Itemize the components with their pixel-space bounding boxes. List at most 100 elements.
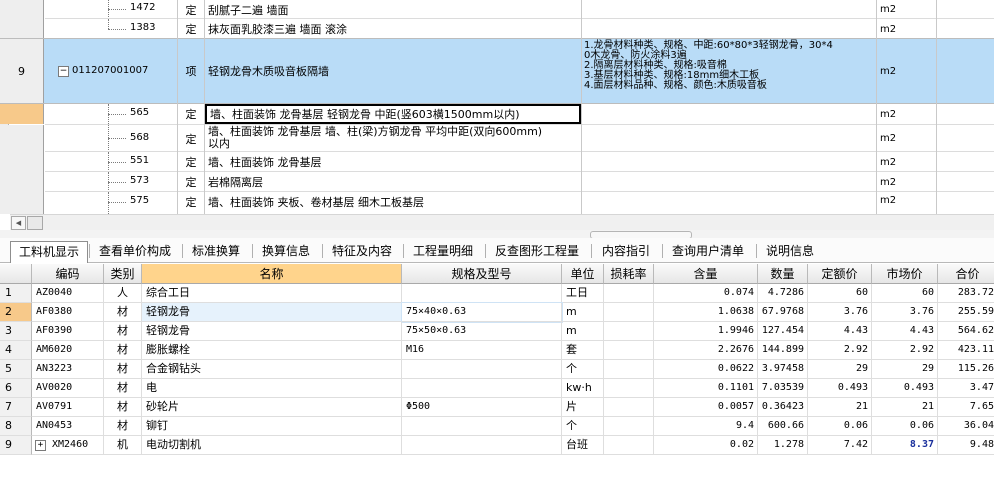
unit-cell[interactable]: 个 <box>562 417 604 436</box>
name-cell[interactable]: 电 <box>142 379 402 398</box>
table-row[interactable]: 4 AM6020 材膨胀螺栓 M16 套 2.2676 144.899 2.92 2.92 423… <box>0 341 994 360</box>
type-cell[interactable]: 定 <box>178 192 204 214</box>
unit-cell[interactable]: m <box>562 322 604 341</box>
code-cell[interactable]: 573 <box>45 172 178 192</box>
name-cell[interactable]: 刮腻子二遍 墙面 <box>205 0 581 19</box>
market-price-cell[interactable]: 21 <box>872 398 938 417</box>
unit-cell[interactable]: 工日 <box>562 284 604 303</box>
tab-content-guide[interactable]: 内容指引 <box>597 241 655 261</box>
feature-cell[interactable] <box>582 192 876 214</box>
type-cell[interactable]: 定 <box>178 19 204 39</box>
feature-cell[interactable] <box>582 152 876 172</box>
market-price-cell[interactable]: 0.493 <box>872 379 938 398</box>
table-row[interactable]: 6 AV0020 材电 kw·h 0.1101 7.03539 0.493 0.493 3.47 <box>0 379 994 398</box>
loss-rate-cell[interactable] <box>604 417 654 436</box>
tab-features-content[interactable]: 特征及内容 <box>328 241 396 261</box>
total-cell[interactable]: 255.59 <box>938 303 994 322</box>
total-cell[interactable]: 115.26 <box>938 360 994 379</box>
category-cell[interactable]: 材 <box>104 379 142 398</box>
total-cell[interactable]: 36.04 <box>938 417 994 436</box>
unit-cell[interactable]: m2 <box>877 39 937 103</box>
tab-quantity-details[interactable]: 工程量明细 <box>409 241 477 261</box>
code-cell[interactable]: 565 <box>45 104 178 124</box>
column-header-category[interactable]: 类别 <box>104 264 142 284</box>
collapse-toggle-icon[interactable]: − <box>58 66 69 77</box>
total-cell[interactable]: 7.65 <box>938 398 994 417</box>
loss-rate-cell[interactable] <box>604 341 654 360</box>
content-cell[interactable]: 2.2676 <box>654 341 758 360</box>
table-row[interactable]: 1383 定 抹灰面乳胶漆三遍 墙面 滚涂 m2 <box>0 19 994 39</box>
tab-standard-conversion[interactable]: 标准换算 <box>188 241 244 261</box>
market-price-cell[interactable]: 8.37 <box>872 436 938 455</box>
quantity-cell[interactable]: 600.66 <box>758 417 808 436</box>
tab-description-info[interactable]: 说明信息 <box>762 241 818 261</box>
spec-cell[interactable] <box>402 417 562 436</box>
category-cell[interactable]: 材 <box>104 322 142 341</box>
quantity-cell[interactable]: 7.03539 <box>758 379 808 398</box>
category-cell[interactable]: 材 <box>104 417 142 436</box>
code-cell[interactable]: + XM2460 <box>32 436 104 455</box>
expand-toggle-icon[interactable]: + <box>35 440 46 451</box>
tab-query-user-list[interactable]: 查询用户清单 <box>668 241 748 261</box>
horizontal-scrollbar[interactable]: ◀ <box>10 214 994 230</box>
feature-cell[interactable] <box>582 172 876 192</box>
quota-price-cell[interactable]: 7.42 <box>808 436 872 455</box>
code-cell[interactable]: 575 <box>45 192 178 214</box>
table-row-selected[interactable]: 9 − 011207001007 项 轻钢龙骨木质吸音板隔墙 1.龙骨材料种类、… <box>0 39 994 103</box>
column-header-total[interactable]: 合价 <box>938 264 994 284</box>
unit-cell[interactable]: 台班 <box>562 436 604 455</box>
quota-price-cell[interactable]: 21 <box>808 398 872 417</box>
table-row[interactable]: 5 AN3223 材合金钢钻头个 0.0622 3.97458 29 29 115.26 <box>0 360 994 379</box>
table-row-focused[interactable]: 565 定 墙、柱面装饰 龙骨基层 轻钢龙骨 中距(竖603横1500mm以内)… <box>0 104 994 124</box>
column-header-loss-rate[interactable]: 损耗率 <box>604 264 654 284</box>
spec-cell[interactable] <box>402 379 562 398</box>
category-cell[interactable]: 材 <box>104 360 142 379</box>
table-row[interactable]: 2 AF0380 材轻钢龙骨 75×40×0.63 m 1.0638 67.9768 3.76… <box>0 302 994 323</box>
name-cell[interactable]: 合金钢钻头 <box>142 360 402 379</box>
content-cell[interactable]: 0.074 <box>654 284 758 303</box>
code-cell[interactable]: AF0380 <box>32 303 104 322</box>
spec-cell[interactable]: 75×50×0.63 <box>402 322 562 341</box>
code-cell[interactable]: AM6020 <box>32 341 104 360</box>
type-cell[interactable]: 定 <box>178 0 204 19</box>
quantity-cell[interactable]: 1.278 <box>758 436 808 455</box>
feature-cell[interactable] <box>582 19 876 39</box>
tab-unit-price-composition[interactable]: 查看单价构成 <box>95 241 175 261</box>
total-cell[interactable]: 423.11 <box>938 341 994 360</box>
table-row[interactable]: 1 AZ0040 人综合工日 工日 0.074 4.7286 60 60 283.72 <box>0 284 994 303</box>
total-cell[interactable]: 9.48 <box>938 436 994 455</box>
code-cell[interactable]: 551 <box>45 152 178 172</box>
name-cell-editing[interactable]: 墙、柱面装饰 龙骨基层 轻钢龙骨 中距(竖603横1500mm以内) <box>205 104 581 124</box>
name-cell[interactable]: 砂轮片 <box>142 398 402 417</box>
spec-cell[interactable] <box>402 360 562 379</box>
market-price-cell[interactable]: 0.06 <box>872 417 938 436</box>
market-price-cell[interactable]: 60 <box>872 284 938 303</box>
name-cell[interactable]: 轻钢龙骨木质吸音板隔墙 <box>205 39 581 103</box>
type-cell[interactable]: 定 <box>178 125 204 152</box>
quantity-cell[interactable]: 4.7286 <box>758 284 808 303</box>
market-price-cell[interactable]: 4.43 <box>872 322 938 341</box>
column-header-spec[interactable]: 规格及型号 <box>402 264 562 284</box>
loss-rate-cell[interactable] <box>604 322 654 341</box>
unit-cell[interactable]: m2 <box>877 152 937 172</box>
table-row[interactable]: 7 AV0791 材砂轮片 Φ500 片 0.0057 0.36423 21 21 7.65 <box>0 398 994 417</box>
table-row[interactable]: 575 定 墙、柱面装饰 夹板、卷材基层 细木工板基层 m2 <box>0 192 994 214</box>
unit-cell[interactable]: 个 <box>562 360 604 379</box>
type-cell[interactable]: 定 <box>178 104 204 124</box>
type-cell[interactable]: 定 <box>178 152 204 172</box>
quantity-cell[interactable]: 144.899 <box>758 341 808 360</box>
quota-price-cell[interactable]: 3.76 <box>808 303 872 322</box>
loss-rate-cell[interactable] <box>604 379 654 398</box>
unit-cell[interactable]: m2 <box>877 125 937 152</box>
unit-cell[interactable]: m2 <box>877 172 937 192</box>
code-cell[interactable]: 568 <box>45 125 178 152</box>
code-cell[interactable]: AZ0040 <box>32 284 104 303</box>
category-cell[interactable]: 机 <box>104 436 142 455</box>
category-cell[interactable]: 人 <box>104 284 142 303</box>
quota-price-cell[interactable]: 4.43 <box>808 322 872 341</box>
table-row[interactable]: 3 AF0390 材轻钢龙骨 75×50×0.63 m 1.9946 127.454 4.43… <box>0 322 994 341</box>
loss-rate-cell[interactable] <box>604 284 654 303</box>
loss-rate-cell[interactable] <box>604 303 654 322</box>
table-row[interactable]: 8 AN0453 材铆钉个 9.4 600.66 0.06 0.06 36.04 <box>0 417 994 436</box>
content-cell[interactable]: 0.0622 <box>654 360 758 379</box>
